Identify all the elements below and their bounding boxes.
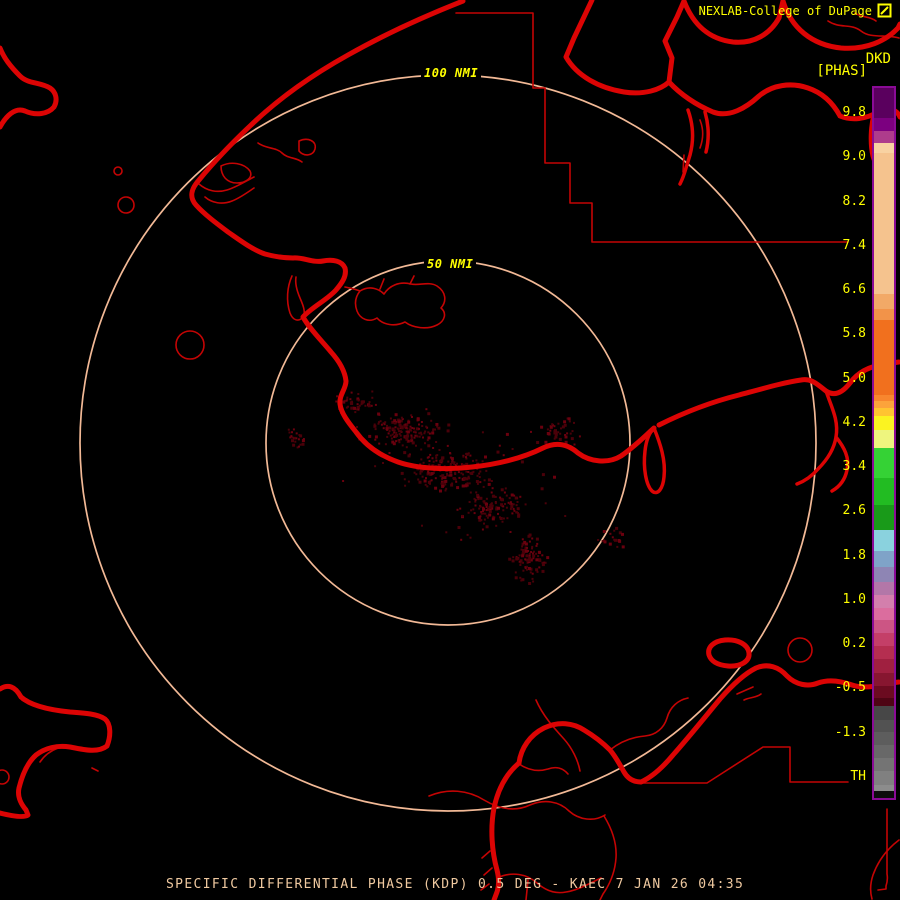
colorbar-segment [874,550,894,568]
range-ring-label-50nmi: 50 NMI [424,256,477,272]
colorbar-segment [874,732,894,746]
colorbar-tick-label: 9.8 [842,105,866,120]
colorbar-tick-label: 7.4 [842,237,866,253]
colorbar-segment [874,745,894,758]
colorbar-segment [874,672,894,686]
product-units: [PHAS] [816,63,867,79]
colorbar-segment [874,645,894,659]
colorbar-tick-label: 3.4 [842,459,866,474]
coastlines [0,0,900,900]
site-title: NEXLAB-College of DuPage [698,3,872,18]
colorbar-segment [874,757,894,772]
radar-display: NEXLAB-College of DuPage DKD [PHAS] 100 … [0,0,900,900]
top-right-landmass [563,0,900,172]
colorbar-segment [874,719,894,733]
colorbar-tick-label: 0.2 [842,636,866,651]
colorbar-segment [874,567,894,583]
colorbar-segment [874,447,894,478]
colorbar-tick-label: -1.3 [834,724,866,740]
colorbar-segment [874,153,894,294]
radar-echo-layer [287,390,625,585]
west-lagoon [286,275,306,321]
colorbar-segment [874,401,894,409]
colorbar-tick-label: 1.8 [842,547,866,563]
radar-map-canvas [0,0,900,900]
colorbar-segment [874,320,894,395]
colorbar-tick-label: 5.0 [842,370,866,386]
range-ring-label-100nmi: 100 NMI [421,65,482,81]
colorbar-tick-label: 4.2 [842,414,866,430]
colorbar-tick-label: 8.2 [842,193,866,209]
small-lake-circle-4 [787,637,813,663]
small-lake-circle-5 [0,769,10,785]
range-ring-100nmi [79,74,817,812]
colorbar-segment [874,530,894,551]
product-code: DKD [865,51,891,67]
colorbar-segment [874,415,894,431]
top-left-corner-shape [0,45,59,130]
knot-squiggle [736,686,762,701]
colorbar-tick-label: 9.0 [842,149,866,165]
colorbar-segment [874,308,894,321]
colorbar-tick-label: 1.0 [842,591,866,607]
cod-flag-icon [877,3,892,18]
county-line-top [455,12,849,243]
small-lake-circle-1 [113,166,123,176]
small-lake-circle-2 [117,196,135,214]
colorbar-segment [874,477,894,506]
colorbar-segment [874,430,894,448]
colorbar-segment [874,117,894,131]
hanging-peninsula [642,426,667,495]
status-bar-text: SPECIFIC DIFFERENTIAL PHASE (KDP) 0.5 DE… [166,877,745,892]
colorbar-tick-label: -0.5 [834,680,866,696]
colorbar-segment [874,698,894,707]
colorbar-segment [874,790,894,798]
east-coast-branches [795,389,850,493]
corner-river-bottom-right [869,839,900,900]
county-and-river-lines [0,12,900,900]
colorbar-segment [874,633,894,646]
colorbar-segment [874,620,894,634]
county-line-right-corner [877,808,889,891]
colorbar-segment [874,505,894,531]
colorbar-segment [874,607,894,621]
bottom-island-arc [516,721,644,785]
bottom-bay-rivers [428,697,689,900]
range-ring-50nmi [265,260,631,626]
colorbar-segment [874,706,894,720]
colorbar-segment [874,88,894,118]
top-right-drips [678,108,710,186]
colorbar-segment [874,130,894,143]
colorbar-segment [874,594,894,608]
colorbar-segment [874,142,894,154]
colorbar-segment [874,293,894,309]
colorbar-tick-label: TH [850,768,866,784]
bottom-left-landmass [0,683,113,819]
range-rings [79,74,817,812]
oval-lake [706,637,752,669]
colorbar-segment [874,685,894,699]
colorbar-segment [874,408,894,416]
colorbar-tick-label: 2.6 [842,503,866,519]
islands-north-of-arc [257,138,317,163]
colorbar-segment [874,771,894,785]
colorbar-tick-label: 5.8 [842,326,866,342]
small-lake-circle-3 [175,330,205,360]
colorbar [872,86,896,800]
colorbar-segment [874,658,894,673]
colorbar-tick-label: 6.6 [842,282,866,297]
header: NEXLAB-College of DuPage [699,3,892,18]
colorbar-segment [874,582,894,595]
